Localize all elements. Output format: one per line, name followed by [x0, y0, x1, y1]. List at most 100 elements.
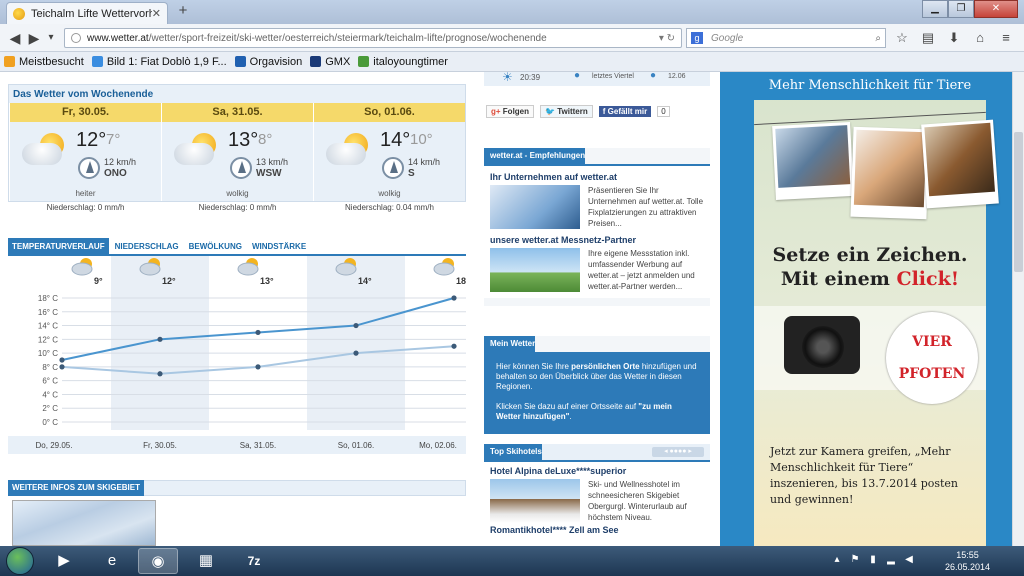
- chart-tab[interactable]: NIEDERSCHLAG: [111, 238, 183, 254]
- back-button[interactable]: ◀: [6, 29, 24, 47]
- bookmark-star-icon[interactable]: ☆: [893, 29, 911, 47]
- temp-min: 8°: [258, 131, 273, 148]
- start-button[interactable]: [6, 547, 34, 575]
- minimize-button[interactable]: ▁: [922, 0, 948, 18]
- empfehlung-item[interactable]: unsere wetter.at Messnetz-Partner Ihre e…: [484, 229, 710, 298]
- network-icon[interactable]: ▂: [886, 554, 896, 565]
- tray-expand-icon[interactable]: ▴: [832, 554, 842, 565]
- x-tick-label: Do, 29.05.: [36, 441, 73, 450]
- cat-photo: [850, 126, 930, 220]
- empfehlung-item[interactable]: Ihr Unternehmen auf wetter.at Präsentier…: [484, 166, 710, 229]
- x-tick-label: Fr, 30.05.: [143, 441, 177, 450]
- empfehlung-title[interactable]: unsere wetter.at Messnetz-Partner: [490, 235, 704, 245]
- tab-weather[interactable]: Teichalm Lifte Wettervorhersa... ✕: [6, 2, 168, 24]
- data-point[interactable]: [59, 364, 65, 370]
- carousel-pager[interactable]: ◂ ●●●● ▸: [652, 447, 704, 457]
- day-forecast[interactable]: So, 01.06. 14° 10° 14 km/h S wolkig Niederschl…: [313, 103, 465, 212]
- google-icon[interactable]: g: [691, 32, 703, 44]
- chart-tabs: TEMPERATURVERLAUF NIEDERSCHLAG BEWÖLKUNG WI…: [8, 238, 466, 256]
- hotel-title[interactable]: Hotel Alpina deLuxe****superior: [490, 466, 704, 476]
- ad-content[interactable]: Mehr Menschlichkeit für Tiere Setze ein …: [754, 72, 999, 546]
- chart-tab[interactable]: BEWÖLKUNG: [185, 238, 246, 254]
- twitter-icon: 🐦: [545, 106, 555, 116]
- chart-tab[interactable]: TEMPERATURVERLAUF: [8, 238, 109, 254]
- facebook-count: 0: [657, 105, 670, 117]
- volume-icon[interactable]: ◀: [904, 554, 914, 565]
- reload-icon[interactable]: ▾ ↻: [659, 33, 675, 44]
- hotel-thumbnail[interactable]: [490, 479, 580, 523]
- maximize-button[interactable]: ❐: [948, 0, 974, 18]
- data-point[interactable]: [353, 322, 359, 329]
- taskbar: ▶ e ◉ ▦ 7z ▴ ⚑ ▮ ▂ ◀ 15:55 26.05.2014: [0, 546, 1024, 576]
- puppy-photo: [921, 119, 999, 209]
- camera-image: [784, 316, 860, 374]
- internet-explorer-icon[interactable]: e: [92, 548, 132, 574]
- ad-heading: Mehr Menschlichkeit für Tiere: [754, 72, 986, 100]
- scrollbar-thumb[interactable]: [1014, 132, 1023, 272]
- clock[interactable]: 15:55 26.05.2014: [945, 549, 990, 573]
- data-point[interactable]: [157, 371, 163, 377]
- history-dropdown-icon[interactable]: ▾: [44, 29, 58, 47]
- day-forecast[interactable]: Fr, 30.05. 12° 7° 12 km/h ONO heiter Niedersch…: [9, 103, 161, 212]
- close-tab-icon[interactable]: ✕: [152, 7, 161, 20]
- bookmark-item[interactable]: italoyoungtimer: [358, 56, 448, 68]
- facebook-like-button[interactable]: f Gefällt mir: [598, 105, 652, 117]
- forward-button[interactable]: ▶: [28, 29, 40, 47]
- y-tick-label: 2° C: [42, 404, 58, 413]
- bookmark-item[interactable]: Orgavision: [234, 56, 302, 68]
- bookmark-item[interactable]: GMX: [310, 56, 350, 68]
- bookmark-item[interactable]: Bild 1: Fiat Doblò 1,9 F...: [91, 56, 227, 68]
- chart-tab[interactable]: WINDSTÄRKE: [248, 238, 310, 254]
- bookmark-icon: [91, 56, 103, 67]
- menu-icon[interactable]: ≡: [997, 29, 1015, 47]
- downloads-icon[interactable]: ⬇: [945, 29, 963, 47]
- google-follow-button[interactable]: g+ Folgen: [486, 104, 535, 118]
- bookmarks-menu-icon[interactable]: ▤: [919, 29, 937, 47]
- more-infos-button[interactable]: WEITERE INFOS ZUM SKIGEBIET: [8, 480, 145, 496]
- mein-wetter-heading: Mein Wetter: [484, 336, 536, 352]
- data-point[interactable]: [59, 357, 65, 363]
- explorer-icon[interactable]: ▦: [186, 548, 226, 574]
- follow-label: Folgen: [502, 106, 530, 116]
- data-point[interactable]: [157, 336, 163, 342]
- y-tick-label: 0° C: [42, 418, 58, 427]
- home-icon[interactable]: ⌂: [971, 29, 989, 47]
- laptop-thumbnail[interactable]: [490, 185, 580, 229]
- empfehlung-title[interactable]: Ihr Unternehmen auf wetter.at: [490, 172, 704, 182]
- flag-icon[interactable]: ⚑: [850, 554, 860, 565]
- bookmark-icon: [4, 56, 15, 67]
- search-box[interactable]: g Google ⌕: [686, 28, 886, 48]
- address-bar[interactable]: www.wetter.at /wetter/sport-freizeit/ski…: [64, 28, 682, 48]
- partly-cloudy-icon: [326, 133, 374, 167]
- icon-temp-label: 13°: [260, 276, 274, 286]
- day-heading: Sa, 31.05.: [162, 103, 313, 122]
- power-icon[interactable]: ▮: [868, 554, 878, 565]
- bookmark-icon: [234, 56, 246, 67]
- data-point[interactable]: [255, 329, 261, 336]
- close-window-button[interactable]: ✕: [974, 0, 1018, 18]
- twitter-button[interactable]: 🐦 Twittern: [540, 104, 593, 118]
- hotel-title[interactable]: Romantikhotel**** Zell am See: [490, 525, 704, 535]
- facebook-label: Gefällt mir: [607, 106, 648, 116]
- day-forecast[interactable]: Sa, 31.05. 13° 8° 13 km/h WSW wolkig Niedersch…: [161, 103, 313, 212]
- ski-map-image[interactable]: [12, 500, 156, 546]
- vertical-scrollbar[interactable]: [1012, 72, 1024, 546]
- firefox-icon[interactable]: ◉: [138, 548, 178, 574]
- data-point[interactable]: [353, 350, 359, 356]
- dog-photo: [772, 122, 854, 200]
- hotel-item[interactable]: Hotel Alpina deLuxe****superior Ski- und…: [484, 462, 710, 539]
- new-tab-button[interactable]: +: [174, 3, 192, 20]
- data-point[interactable]: [451, 295, 457, 301]
- search-icon[interactable]: ⌕: [875, 33, 881, 44]
- bookmark-icon: [358, 56, 370, 67]
- wind-direction-icon: [382, 157, 404, 179]
- data-point[interactable]: [255, 364, 261, 370]
- advertisement[interactable]: Mehr Menschlichkeit für Tiere Setze ein …: [720, 72, 1020, 546]
- data-point[interactable]: [451, 343, 457, 349]
- 7zip-icon[interactable]: 7z: [234, 548, 274, 574]
- facebook-icon: f: [602, 106, 606, 116]
- bookmark-item[interactable]: Meistbesucht: [4, 56, 84, 68]
- weather-station-thumbnail[interactable]: [490, 248, 580, 292]
- weekend-forecast: Das Wetter vom Wochenende Fr, 30.05. 12° 7…: [8, 84, 466, 212]
- media-player-icon[interactable]: ▶: [44, 548, 84, 574]
